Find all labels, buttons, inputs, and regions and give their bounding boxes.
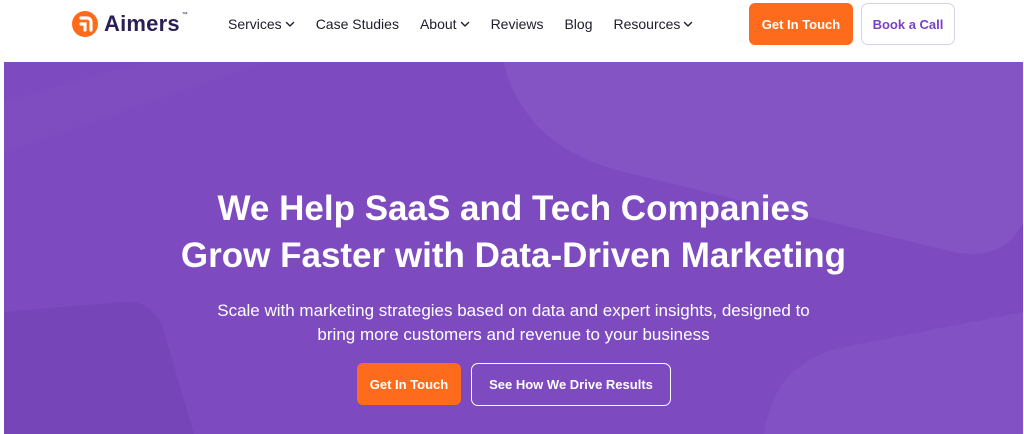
nav-item-label: Services xyxy=(228,16,282,32)
site-header: Aimers ™ Services Case Studies About Rev… xyxy=(0,0,1024,56)
nav-item-about[interactable]: About xyxy=(420,16,470,32)
brand-logo[interactable]: Aimers ™ xyxy=(72,10,188,38)
main-nav: Services Case Studies About Reviews Blog… xyxy=(228,12,714,36)
hero-subtitle-line: Scale with marketing strategies based on… xyxy=(217,301,810,320)
nav-item-resources[interactable]: Resources xyxy=(614,16,694,32)
hero-title: We Help SaaS and Tech Companies Grow Fas… xyxy=(4,185,1023,279)
header-book-a-call-button[interactable]: Book a Call xyxy=(861,3,955,45)
nav-item-blog[interactable]: Blog xyxy=(564,16,592,32)
nav-item-services[interactable]: Services xyxy=(228,16,295,32)
nav-item-label: Reviews xyxy=(490,16,544,32)
hero-see-results-button[interactable]: See How We Drive Results xyxy=(471,363,671,406)
hero-subtitle: Scale with marketing strategies based on… xyxy=(4,299,1023,347)
chevron-down-icon xyxy=(285,21,294,27)
hero-section: We Help SaaS and Tech Companies Grow Fas… xyxy=(4,62,1023,434)
chevron-down-icon xyxy=(460,21,469,27)
hero-title-line: We Help SaaS and Tech Companies xyxy=(217,189,810,228)
nav-item-label: About xyxy=(419,16,457,32)
brand-trademark: ™ xyxy=(181,12,188,18)
brand-name: Aimers xyxy=(104,11,180,36)
nav-item-case-studies[interactable]: Case Studies xyxy=(316,16,399,32)
nav-item-reviews[interactable]: Reviews xyxy=(491,16,544,32)
nav-item-label: Resources xyxy=(613,16,681,32)
header-get-in-touch-button[interactable]: Get In Touch xyxy=(749,3,853,45)
aimers-logo-icon xyxy=(72,11,98,37)
hero-title-line: Grow Faster with Data-Driven Marketing xyxy=(180,236,847,275)
hero-get-in-touch-button[interactable]: Get In Touch xyxy=(357,363,461,405)
nav-item-label: Blog xyxy=(564,16,593,32)
hero-subtitle-line: bring more customers and revenue to your… xyxy=(317,325,710,344)
chevron-down-icon xyxy=(684,21,693,27)
nav-item-label: Case Studies xyxy=(315,16,399,32)
